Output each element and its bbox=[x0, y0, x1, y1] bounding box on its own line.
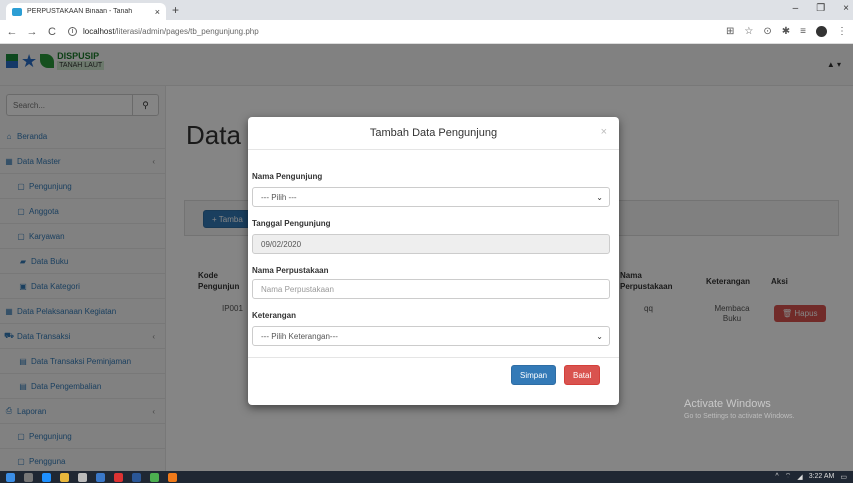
windows-taskbar: ^ ⌔ ◢ 3:22 AM ▭ bbox=[0, 471, 853, 483]
tray-chevron-icon[interactable]: ^ bbox=[775, 473, 778, 480]
profile-avatar[interactable] bbox=[816, 26, 827, 37]
keterangan-label: Keterangan bbox=[252, 311, 297, 320]
chevron-down-icon: ⌄ bbox=[596, 331, 603, 341]
store-icon[interactable] bbox=[78, 472, 87, 482]
nama-perpustakaan-input[interactable]: Nama Perpustakaan bbox=[252, 279, 610, 299]
menu-icon[interactable]: ⋮ bbox=[837, 26, 847, 37]
browser-tab[interactable]: PERPUSTAKAAN Binaan - Tanah × bbox=[6, 3, 166, 20]
keterangan-select[interactable]: --- Pilih Keterangan--- ⌄ bbox=[252, 326, 610, 346]
activate-windows-watermark: Activate Windows bbox=[684, 398, 771, 410]
url-host: localhost bbox=[83, 27, 115, 36]
keterangan-value: --- Pilih Keterangan--- bbox=[261, 331, 338, 341]
file-explorer-icon[interactable] bbox=[60, 472, 69, 482]
nama-perpustakaan-placeholder: Nama Perpustakaan bbox=[261, 284, 334, 294]
notification-icon[interactable]: ▭ bbox=[840, 473, 847, 481]
tanggal-pengunjung-field: 09/02/2020 bbox=[252, 234, 610, 254]
word-icon[interactable] bbox=[132, 472, 141, 482]
nama-perpustakaan-label: Nama Perpustakaan bbox=[252, 266, 329, 275]
simpan-button[interactable]: Simpan bbox=[511, 365, 557, 385]
nama-pengunjung-label: Nama Pengunjung bbox=[252, 172, 323, 181]
url-path: /literasi/admin/pages/tb_pengunjung.php bbox=[114, 27, 259, 36]
extension-icon[interactable]: ⊙ bbox=[763, 26, 771, 37]
translate-icon[interactable]: ⊞ bbox=[726, 26, 734, 37]
modal-header: Tambah Data Pengunjung × bbox=[248, 117, 619, 150]
nama-pengunjung-select[interactable]: --- Pilih --- ⌄ bbox=[252, 187, 610, 207]
tambah-pengunjung-modal: Tambah Data Pengunjung × Nama Pengunjung… bbox=[248, 117, 619, 405]
tab-title: PERPUSTAKAAN Binaan - Tanah bbox=[27, 8, 133, 15]
close-icon[interactable]: × bbox=[601, 126, 607, 138]
opera-icon[interactable] bbox=[114, 472, 123, 482]
forward-icon[interactable]: → bbox=[24, 26, 40, 38]
chrome-icon[interactable] bbox=[150, 472, 159, 482]
page: ★ DISPUSIP TANAH LAUT ▲ ▾ ⚲ ⌂Beranda ▦Da… bbox=[0, 44, 853, 471]
chevron-down-icon: ⌄ bbox=[596, 192, 603, 202]
url-field[interactable]: i localhost/literasi/admin/pages/tb_peng… bbox=[68, 27, 259, 36]
modal-title: Tambah Data Pengunjung bbox=[369, 127, 498, 139]
bookmark-star-icon[interactable]: ☆ bbox=[744, 26, 753, 37]
favicon-icon bbox=[12, 7, 22, 16]
close-window-button[interactable]: × bbox=[843, 3, 849, 14]
modal-footer bbox=[248, 357, 619, 358]
activate-windows-subtext: Go to Settings to activate Windows. bbox=[684, 413, 795, 420]
reload-icon[interactable]: C bbox=[44, 26, 60, 38]
clock[interactable]: 3:22 AM bbox=[809, 473, 835, 480]
task-view-icon[interactable] bbox=[24, 472, 33, 482]
mail-icon[interactable] bbox=[96, 472, 105, 482]
start-icon[interactable] bbox=[6, 472, 15, 482]
puzzle-icon[interactable]: ✱ bbox=[782, 26, 790, 37]
minimize-button[interactable]: – bbox=[793, 3, 799, 14]
system-tray: ^ ⌔ ◢ 3:22 AM ▭ bbox=[775, 472, 847, 481]
browser-tab-bar: PERPUSTAKAAN Binaan - Tanah × + – ❐ × bbox=[0, 0, 853, 20]
tab-close-icon[interactable]: × bbox=[155, 7, 160, 17]
edge-icon[interactable] bbox=[42, 472, 51, 482]
new-tab-button[interactable]: + bbox=[172, 3, 179, 17]
browser-extensions: ⊞ ☆ ⊙ ✱ ≡ ⋮ bbox=[726, 26, 847, 37]
batal-button[interactable]: Batal bbox=[564, 365, 601, 385]
tanggal-value: 09/02/2020 bbox=[261, 239, 302, 249]
xampp-icon[interactable] bbox=[168, 472, 177, 482]
reading-list-icon[interactable]: ≡ bbox=[800, 26, 806, 37]
back-icon[interactable]: ← bbox=[4, 26, 20, 38]
window-controls: – ❐ × bbox=[793, 3, 849, 14]
address-bar: ← → C i localhost/literasi/admin/pages/t… bbox=[0, 20, 853, 44]
nama-pengunjung-value: --- Pilih --- bbox=[261, 192, 297, 202]
volume-icon[interactable]: ◢ bbox=[797, 473, 802, 481]
tanggal-pengunjung-label: Tanggal Pengunjung bbox=[252, 219, 331, 228]
info-icon[interactable]: i bbox=[68, 27, 77, 36]
maximize-button[interactable]: ❐ bbox=[816, 3, 825, 14]
network-icon[interactable]: ⌔ bbox=[785, 472, 792, 481]
